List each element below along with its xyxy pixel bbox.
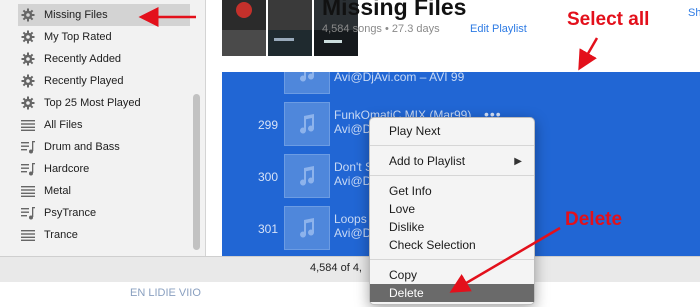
gear-icon bbox=[20, 29, 36, 45]
song-artwork bbox=[284, 206, 330, 250]
sidebar-item-all-files[interactable]: All Files bbox=[18, 114, 190, 136]
playlist-icon bbox=[20, 117, 36, 133]
sidebar-item-missing-files[interactable]: Missing Files bbox=[18, 4, 190, 26]
menu-item-label: Add to Playlist bbox=[389, 154, 466, 168]
gear-icon bbox=[20, 95, 36, 111]
annotation-delete: Delete bbox=[565, 209, 623, 230]
menu-item-label: Get Info bbox=[389, 184, 432, 198]
song-number: 299 bbox=[257, 118, 278, 132]
song-number: 301 bbox=[257, 222, 278, 236]
status-bar: 4,584 of 4, B bbox=[0, 256, 700, 282]
sidebar-item-trance[interactable]: Trance bbox=[18, 224, 190, 246]
playlist-icon bbox=[20, 183, 36, 199]
sidebar-item-label: Hardcore bbox=[44, 163, 90, 175]
album-art-2 bbox=[268, 0, 312, 56]
menu-separator bbox=[370, 259, 534, 260]
playlist-music-icon bbox=[20, 161, 36, 177]
annotation-select-all: Select all bbox=[567, 9, 650, 30]
song-artist: Avi@Dj bbox=[334, 226, 374, 240]
sidebar-item-label: Recently Added bbox=[44, 53, 122, 65]
bottom-area bbox=[0, 282, 700, 307]
menu-item-check-selection[interactable]: Check Selection bbox=[370, 236, 534, 254]
sidebar-item-label: Recently Played bbox=[44, 75, 124, 87]
menu-item-copy[interactable]: Copy bbox=[370, 266, 534, 284]
sidebar-item-top-25-most-played[interactable]: Top 25 Most Played bbox=[18, 92, 190, 114]
gear-icon bbox=[20, 7, 36, 23]
song-artwork bbox=[284, 72, 330, 94]
album-art-1 bbox=[222, 0, 266, 56]
sidebar-item-psytrance[interactable]: PsyTrance bbox=[18, 202, 190, 224]
sidebar-item-label: My Top Rated bbox=[44, 31, 112, 43]
menu-item-label: Check Selection bbox=[389, 238, 476, 252]
bottom-faded-text: EN LIDIE VIIO bbox=[130, 287, 201, 299]
playlist-music-icon bbox=[20, 205, 36, 221]
menu-item-add-to-playlist[interactable]: Add to Playlist ▶ bbox=[370, 152, 534, 170]
menu-separator bbox=[370, 175, 534, 176]
table-row[interactable]: Avi@DjAvi.com – AVI 99 bbox=[222, 72, 700, 98]
playlist-icon bbox=[20, 227, 36, 243]
page-title: Missing Files bbox=[322, 0, 467, 20]
menu-item-play-next[interactable]: Play Next bbox=[370, 122, 534, 140]
sidebar-item-recently-played[interactable]: Recently Played bbox=[18, 70, 190, 92]
music-note-icon bbox=[300, 114, 315, 134]
gear-icon bbox=[20, 51, 36, 67]
sidebar-item-label: All Files bbox=[44, 119, 83, 131]
menu-separator bbox=[370, 145, 534, 146]
sidebar: Missing Files My Top Rated Recently Adde… bbox=[0, 0, 206, 256]
sidebar-item-label: Metal bbox=[44, 185, 71, 197]
sidebar-scrollbar[interactable] bbox=[193, 94, 200, 250]
song-title: Loops bbox=[334, 212, 367, 226]
song-title: Don't S bbox=[334, 160, 373, 174]
submenu-arrow-icon: ▶ bbox=[514, 155, 522, 167]
menu-item-get-info[interactable]: Get Info bbox=[370, 182, 534, 200]
show-link[interactable]: Sh bbox=[688, 7, 700, 19]
sidebar-item-my-top-rated[interactable]: My Top Rated bbox=[18, 26, 190, 48]
sidebar-item-recently-added[interactable]: Recently Added bbox=[18, 48, 190, 70]
menu-item-label: Love bbox=[389, 202, 416, 216]
menu-item-label: Delete bbox=[389, 286, 424, 300]
playlist-music-icon bbox=[20, 139, 36, 155]
music-note-icon bbox=[300, 72, 315, 82]
sidebar-item-label: Top 25 Most Played bbox=[44, 97, 141, 109]
menu-item-love[interactable]: Love bbox=[370, 200, 534, 218]
song-artist: Avi@Dj bbox=[334, 174, 374, 188]
song-artwork bbox=[284, 154, 330, 198]
menu-item-label: Copy bbox=[389, 268, 418, 282]
sidebar-item-hardcore[interactable]: Hardcore bbox=[18, 158, 190, 180]
menu-item-label: Play Next bbox=[389, 124, 441, 138]
menu-item-label: Dislike bbox=[389, 220, 425, 234]
menu-item-delete[interactable]: Delete bbox=[370, 284, 534, 302]
sidebar-item-metal[interactable]: Metal bbox=[18, 180, 190, 202]
gear-icon bbox=[20, 73, 36, 89]
song-artist: Avi@DjAvi.com – AVI 99 bbox=[334, 72, 465, 84]
sidebar-item-drum-and-bass[interactable]: Drum and Bass bbox=[18, 136, 190, 158]
music-note-icon bbox=[300, 166, 315, 186]
sidebar-item-label: Drum and Bass bbox=[44, 141, 120, 153]
song-number: 300 bbox=[257, 170, 278, 184]
sidebar-item-label: PsyTrance bbox=[44, 207, 97, 219]
music-note-icon bbox=[300, 218, 315, 238]
menu-item-dislike[interactable]: Dislike bbox=[370, 218, 534, 236]
playlist-meta: 4,584 songs • 27.3 days bbox=[322, 23, 440, 35]
sidebar-item-label: Trance bbox=[44, 229, 78, 241]
context-menu: Play Next Add to Playlist ▶ Get Info Love… bbox=[369, 117, 535, 305]
sidebar-item-label: Missing Files bbox=[44, 9, 108, 21]
status-text: 4,584 of 4, bbox=[310, 262, 362, 274]
edit-playlist-link[interactable]: Edit Playlist bbox=[470, 23, 527, 35]
song-artwork bbox=[284, 102, 330, 146]
